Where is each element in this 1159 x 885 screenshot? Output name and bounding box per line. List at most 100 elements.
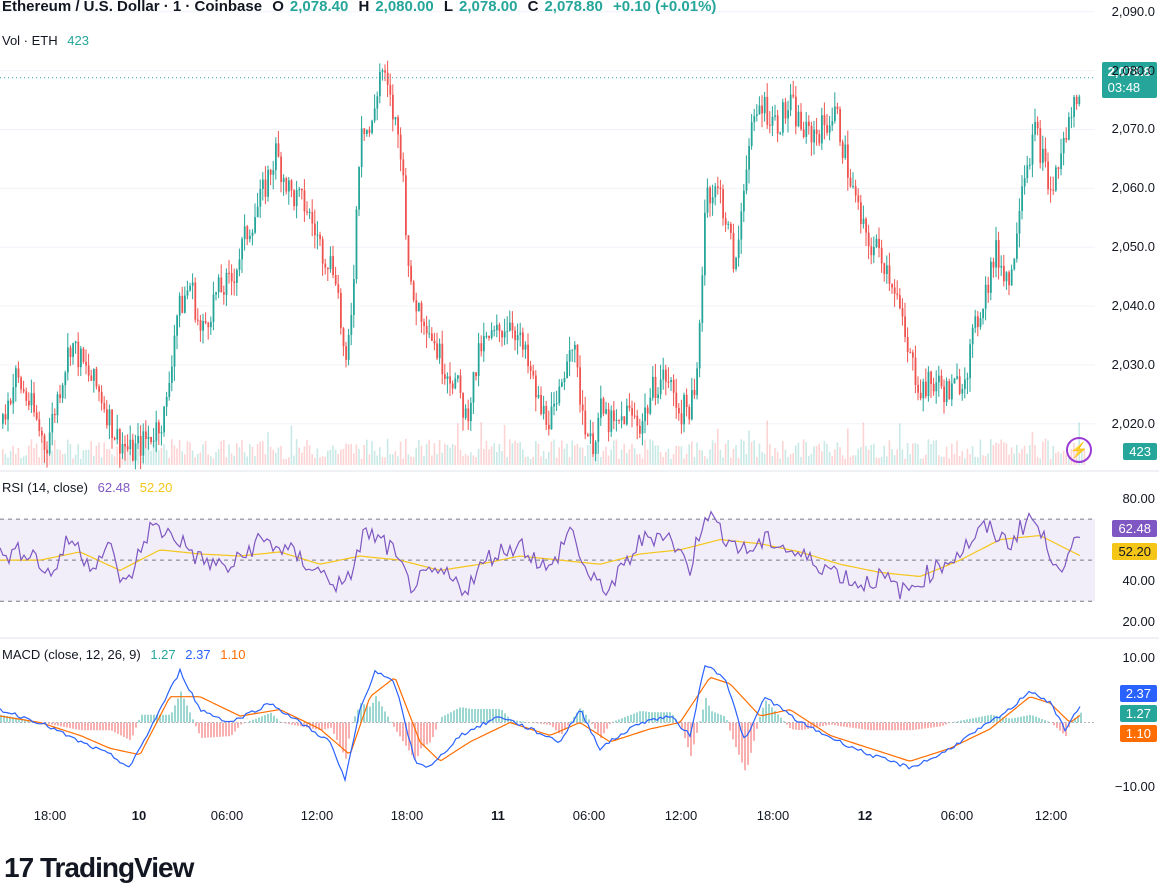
volume-bar	[373, 450, 376, 465]
macd-histogram-bar	[693, 722, 695, 745]
macd-histogram-bar	[861, 722, 863, 730]
volume-bar	[25, 455, 27, 465]
volume-bar	[740, 439, 742, 465]
volume-bar	[345, 443, 347, 465]
candle-body	[1060, 153, 1062, 169]
rsi-tick-label: 80.00	[1122, 490, 1155, 506]
volume-bar	[1000, 439, 1002, 465]
volume-bar	[917, 444, 919, 465]
volume-bar	[802, 439, 805, 465]
candle-body	[451, 383, 454, 389]
volume-bar	[641, 458, 644, 465]
candle-body	[795, 96, 797, 127]
volume-bar	[360, 458, 363, 465]
macd-signal-value: 1.10	[220, 647, 246, 662]
macd-histogram-bar	[186, 705, 188, 723]
volume-bar	[831, 456, 833, 465]
volume-bar	[615, 439, 618, 465]
candle-body	[961, 388, 964, 394]
volume-bar	[537, 443, 540, 465]
volume-bar	[680, 446, 683, 465]
volume-bar	[925, 454, 927, 465]
volume-bar	[797, 442, 800, 465]
candle-body	[940, 375, 943, 387]
volume-bar	[563, 448, 566, 465]
volume-bar	[334, 449, 337, 465]
candle-body	[399, 134, 402, 160]
volume-bar	[782, 440, 784, 465]
macd-histogram-bar	[465, 707, 467, 723]
candle-body	[971, 327, 974, 345]
volume-bar	[672, 454, 675, 465]
flash-icon[interactable]: ⚡	[1066, 437, 1092, 463]
macd-histogram-bar	[219, 722, 221, 737]
macd-histogram-bar	[759, 716, 761, 723]
macd-histogram-bar	[972, 718, 974, 723]
candle-body	[59, 394, 61, 399]
volume-bar	[171, 439, 173, 465]
volume-bar	[184, 454, 186, 465]
candle-body	[449, 376, 451, 384]
macd-histogram-bar	[579, 708, 581, 723]
volume-bar	[745, 453, 748, 465]
volume-bar	[150, 450, 152, 465]
candle-body	[1065, 137, 1068, 140]
macd-histogram-bar	[1008, 718, 1010, 723]
volume-bar	[800, 456, 802, 465]
candle-body	[792, 94, 795, 97]
candle-body	[912, 352, 914, 358]
candle-body	[340, 292, 342, 329]
candle-body	[1044, 148, 1047, 162]
candle-body	[30, 393, 33, 406]
volume-bar	[30, 439, 33, 465]
macd-histogram-bar	[60, 722, 62, 727]
volume-bar	[522, 449, 524, 465]
macd-histogram-bar	[261, 716, 263, 723]
candle-body	[873, 246, 875, 256]
volume-bar	[251, 446, 254, 465]
macd-histogram-bar	[621, 718, 623, 723]
candle-body	[852, 186, 854, 188]
volume-bar	[753, 440, 755, 465]
time-axis-label: 12:00	[1034, 808, 1068, 823]
macd-histogram-bar	[348, 722, 350, 739]
macd-histogram-bar	[396, 722, 398, 732]
candle-body	[678, 407, 680, 414]
macd-histogram-bar	[129, 722, 131, 741]
volume-bar	[311, 454, 313, 465]
candle-body	[566, 361, 568, 379]
candle-body	[896, 293, 899, 296]
volume-bar	[545, 458, 547, 465]
candle-body	[98, 386, 100, 392]
candle-body	[516, 335, 519, 341]
candle-body	[212, 294, 215, 322]
macd-histogram-bar	[228, 722, 230, 737]
volume-bar	[665, 451, 667, 465]
price-tick-label: 2,090.0	[1111, 3, 1155, 19]
candle-body	[366, 129, 368, 134]
macd-histogram-bar	[1020, 716, 1022, 723]
candle-body	[217, 277, 220, 293]
candle-body	[264, 179, 267, 197]
candle-body	[290, 180, 293, 191]
volume-bar	[340, 449, 342, 465]
candle-body	[80, 348, 82, 368]
macd-histogram-bar	[870, 722, 872, 731]
volume-bar	[623, 443, 625, 465]
macd-histogram-bar	[834, 722, 836, 726]
candle-body	[386, 72, 389, 85]
candle-body	[594, 441, 597, 454]
candle-body	[1036, 121, 1039, 129]
macd-histogram-bar	[909, 722, 911, 731]
candle-body	[974, 316, 977, 328]
volume-bar	[353, 453, 355, 465]
volume-bar	[1008, 454, 1010, 465]
macd-histogram-bar	[390, 721, 392, 723]
volume-bar	[212, 458, 215, 465]
volume-bar	[438, 440, 441, 465]
candle-body	[506, 330, 509, 332]
candle-body	[813, 129, 815, 143]
candle-body	[800, 111, 802, 130]
volume-bar	[919, 458, 922, 465]
chart-canvas[interactable]	[0, 0, 1159, 885]
